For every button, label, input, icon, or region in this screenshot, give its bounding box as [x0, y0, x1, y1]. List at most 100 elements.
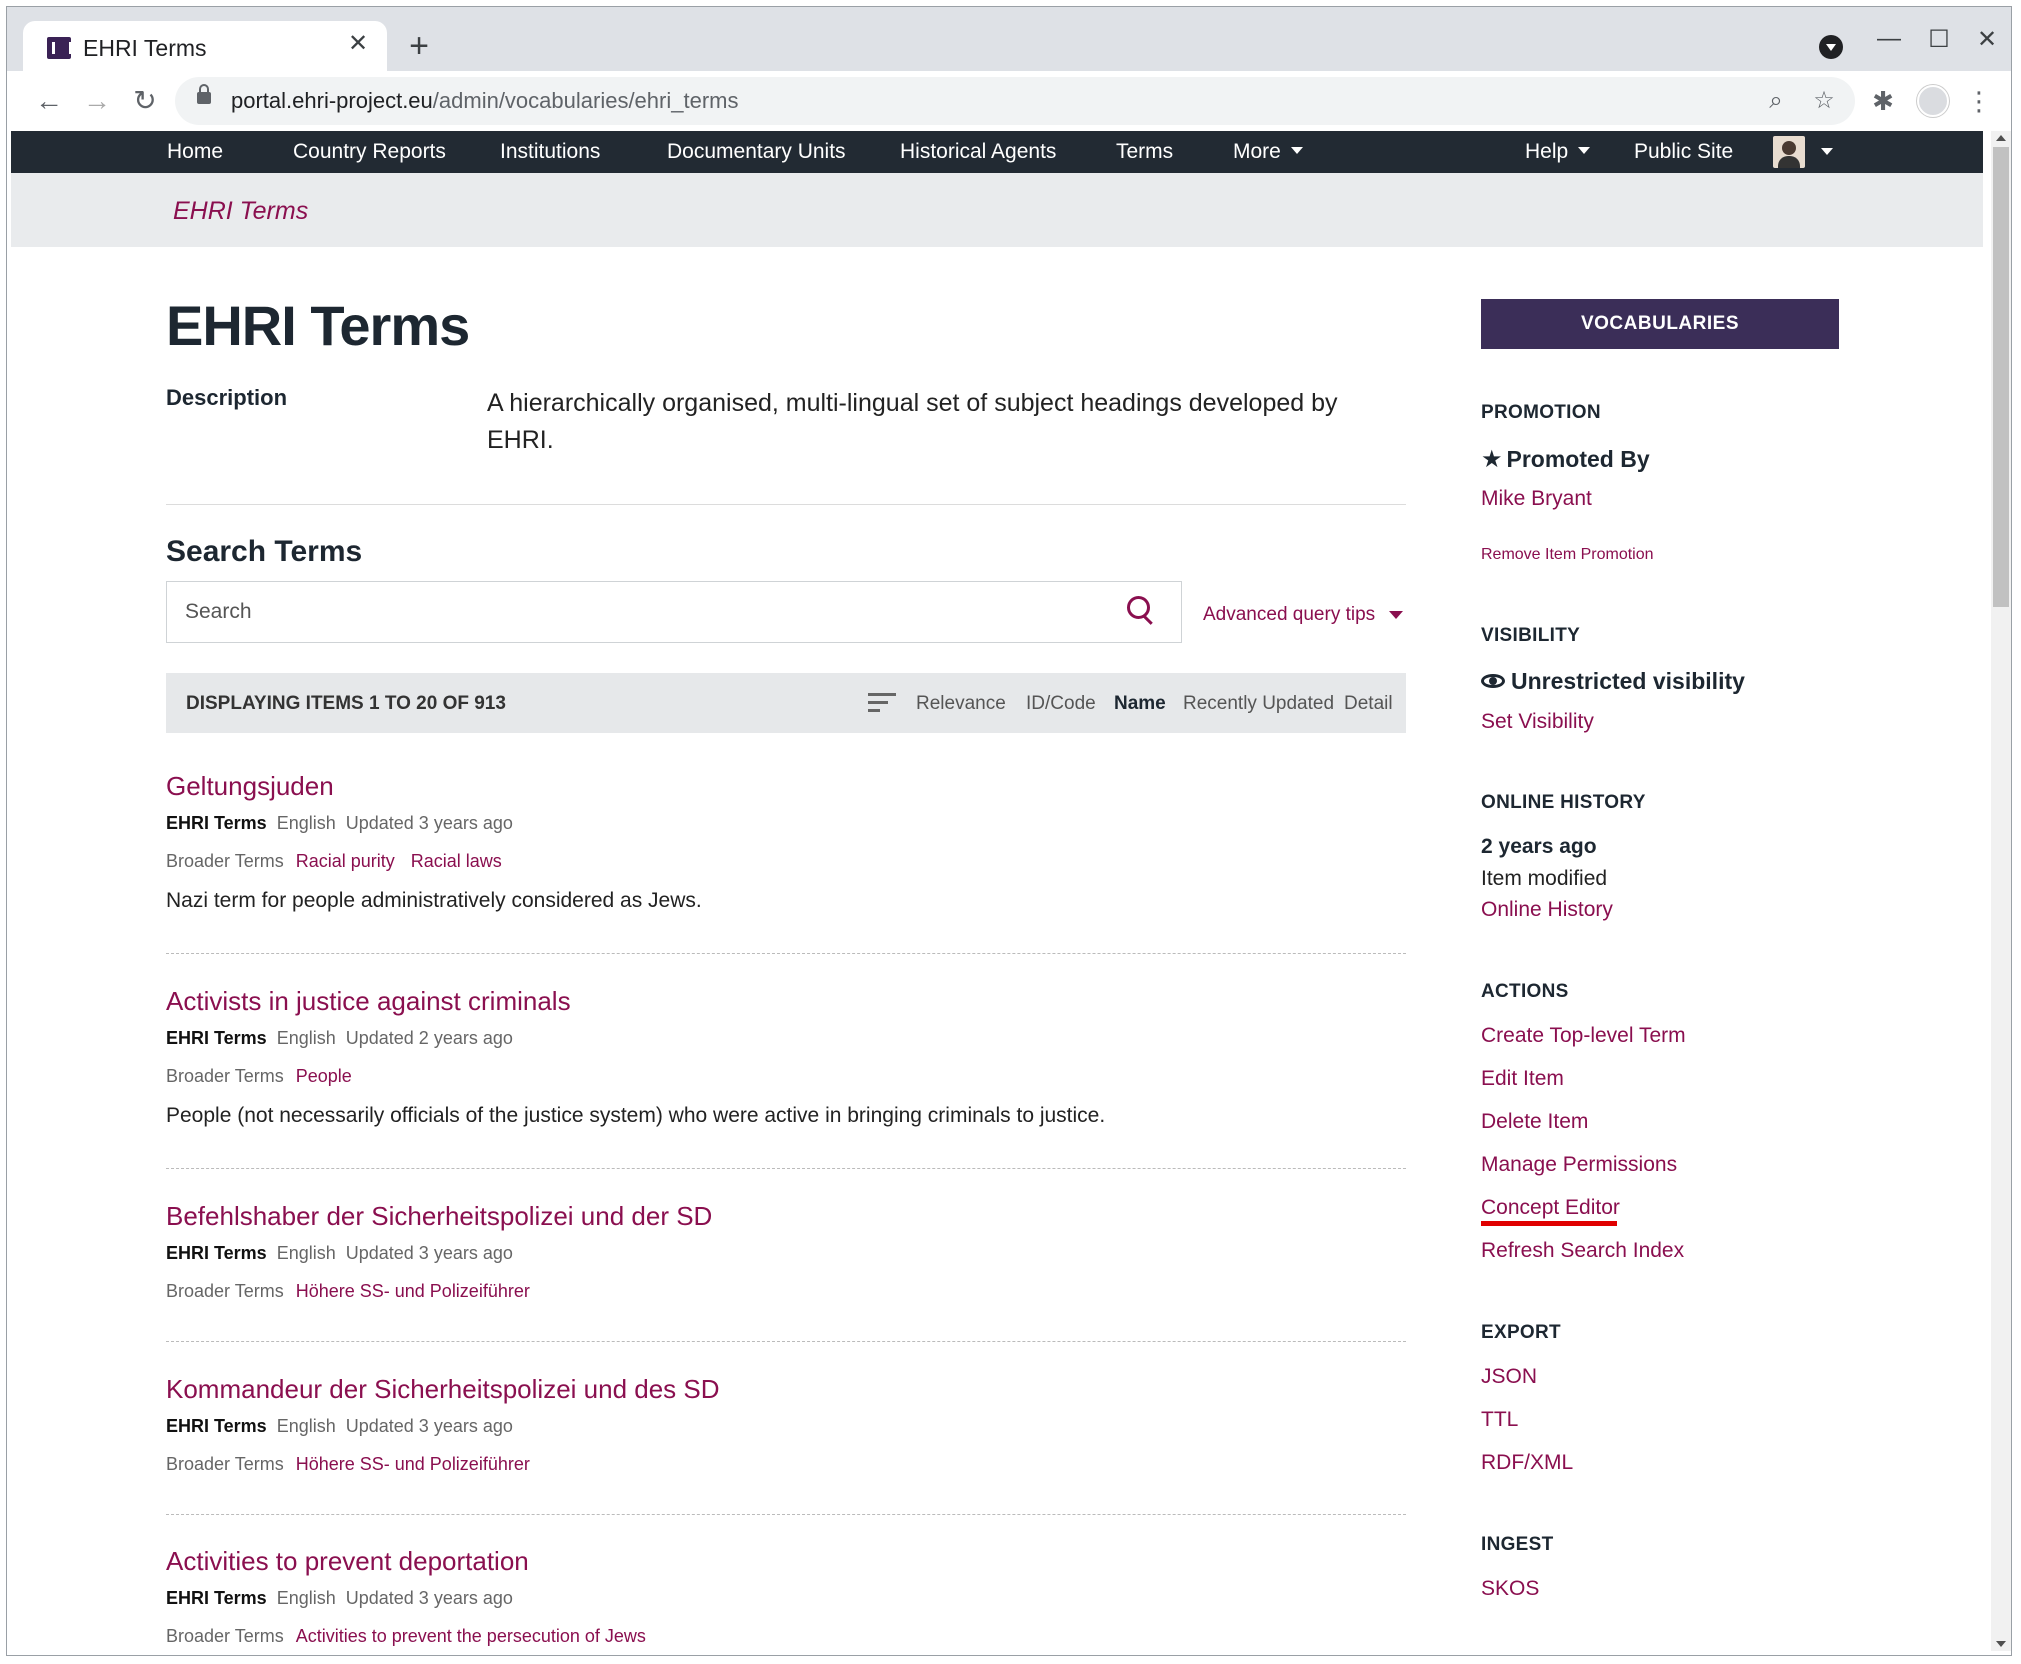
- item-meta: EHRI Terms English Updated 3 years ago: [166, 813, 513, 834]
- scroll-down-icon[interactable]: [1996, 1641, 2006, 1647]
- nav-documentary-units[interactable]: Documentary Units: [667, 140, 846, 164]
- item-separator: [166, 1341, 1406, 1342]
- sort-icon: [868, 693, 896, 713]
- sort-detail[interactable]: Detail: [1344, 693, 1393, 715]
- description-label: Description: [166, 385, 288, 410]
- item-updated: Updated 3 years ago: [345, 1588, 513, 1608]
- chrome-menu-icon[interactable]: ⋮: [1961, 83, 1997, 119]
- search-heading: Search Terms: [166, 535, 363, 568]
- chrome-profile-icon[interactable]: [1917, 85, 1949, 117]
- nav-historical-agents[interactable]: Historical Agents: [900, 140, 1056, 164]
- refresh-index-link[interactable]: Refresh Search Index: [1481, 1239, 1684, 1263]
- item-title[interactable]: Activists in justice against criminals: [166, 986, 571, 1017]
- item-lang: English: [276, 1243, 336, 1263]
- minimize-icon[interactable]: —: [1869, 25, 1909, 53]
- create-term-link[interactable]: Create Top-level Term: [1481, 1024, 1686, 1048]
- item-title[interactable]: Geltungsjuden: [166, 771, 334, 802]
- broader-link[interactable]: People: [296, 1066, 352, 1086]
- broader-link[interactable]: Höhere SS- und Polizeiführer: [296, 1454, 530, 1474]
- ingest-skos-link[interactable]: SKOS: [1481, 1577, 1539, 1601]
- nav-country-reports[interactable]: Country Reports: [293, 140, 446, 164]
- highlight-underline: [1481, 1221, 1617, 1226]
- set-visibility-link[interactable]: Set Visibility: [1481, 710, 1594, 734]
- item-meta: EHRI Terms English Updated 2 years ago: [166, 1028, 513, 1049]
- vocabularies-button[interactable]: VOCABULARIES: [1481, 299, 1839, 349]
- item-meta: EHRI Terms English Updated 3 years ago: [166, 1243, 513, 1264]
- manage-permissions-link[interactable]: Manage Permissions: [1481, 1153, 1677, 1177]
- scroll-up-icon[interactable]: [1996, 135, 2006, 141]
- export-json-link[interactable]: JSON: [1481, 1365, 1537, 1389]
- item-updated: Updated 3 years ago: [345, 1416, 513, 1436]
- chevron-down-icon: [1290, 146, 1303, 154]
- visibility-heading: VISIBILITY: [1481, 625, 1581, 646]
- promoter-link[interactable]: Mike Bryant: [1481, 487, 1592, 511]
- broader-link[interactable]: Racial laws: [411, 851, 502, 871]
- remove-promotion-link[interactable]: Remove Item Promotion: [1481, 546, 1654, 564]
- search-placeholder: Search: [185, 600, 252, 623]
- sort-name[interactable]: Name: [1114, 693, 1166, 715]
- browser-tab[interactable]: EHRI Terms ✕: [23, 21, 387, 71]
- window-close-icon[interactable]: ✕: [1967, 25, 2007, 54]
- item-vocab: EHRI Terms: [166, 1416, 267, 1436]
- export-rdfxml-link[interactable]: RDF/XML: [1481, 1451, 1573, 1475]
- chevron-down-icon: [1578, 146, 1591, 154]
- zoom-icon[interactable]: ⌕: [1761, 86, 1791, 116]
- item-lang: English: [276, 1028, 336, 1048]
- ehri-favicon-icon: [47, 37, 72, 59]
- sort-recently-updated[interactable]: Recently Updated: [1183, 693, 1334, 715]
- online-history-link[interactable]: Online History: [1481, 898, 1613, 922]
- nav-institutions[interactable]: Institutions: [500, 140, 600, 164]
- item-vocab: EHRI Terms: [166, 813, 267, 833]
- user-avatar[interactable]: [1773, 136, 1805, 168]
- item-title[interactable]: Activities to prevent deportation: [166, 1546, 529, 1577]
- back-icon[interactable]: ←: [29, 81, 69, 121]
- delete-item-link[interactable]: Delete Item: [1481, 1110, 1588, 1134]
- broader-link[interactable]: Racial purity: [296, 851, 395, 871]
- extensions-icon[interactable]: ✱: [1865, 83, 1901, 119]
- broader-link[interactable]: Höhere SS- und Polizeiführer: [296, 1281, 530, 1301]
- item-updated: Updated 3 years ago: [345, 1243, 513, 1263]
- bookmark-star-icon[interactable]: ☆: [1809, 86, 1839, 116]
- maximize-icon[interactable]: ☐: [1919, 25, 1959, 54]
- reload-icon[interactable]: ↻: [125, 81, 165, 121]
- item-broader: Broader Terms People: [166, 1066, 368, 1087]
- nav-home[interactable]: Home: [167, 140, 223, 164]
- address-bar[interactable]: portal.ehri-project.eu/admin/vocabularie…: [175, 77, 1855, 125]
- nav-terms[interactable]: Terms: [1116, 140, 1173, 164]
- ingest-heading: INGEST: [1481, 1534, 1554, 1555]
- lock-icon[interactable]: [197, 84, 211, 104]
- broader-label: Broader Terms: [166, 1626, 284, 1646]
- broader-link[interactable]: Activities to prevent the persecution of…: [296, 1626, 646, 1646]
- browser-toolbar: ← → ↻ portal.ehri-project.eu/admin/vocab…: [7, 71, 2011, 131]
- scrollbar-thumb[interactable]: [1993, 147, 2009, 607]
- breadcrumb-band: EHRI Terms: [11, 173, 1983, 247]
- user-menu-chevron-icon[interactable]: [1821, 148, 1833, 155]
- tab-search-icon[interactable]: [1819, 35, 1843, 59]
- nav-public-site[interactable]: Public Site: [1634, 140, 1733, 164]
- sort-relevance[interactable]: Relevance: [916, 693, 1006, 715]
- item-vocab: EHRI Terms: [166, 1028, 267, 1048]
- breadcrumb[interactable]: EHRI Terms: [173, 197, 308, 226]
- new-tab-icon[interactable]: +: [401, 29, 437, 65]
- promoted-by: ★ Promoted By: [1481, 446, 1650, 473]
- search-input[interactable]: Search: [166, 581, 1182, 643]
- results-toolbar: Displaying items 1 to 20 of 913 Relevanc…: [166, 673, 1406, 733]
- broader-label: Broader Terms: [166, 851, 284, 871]
- sort-id-code[interactable]: ID/Code: [1026, 693, 1096, 715]
- forward-icon[interactable]: →: [77, 81, 117, 121]
- concept-editor-link[interactable]: Concept Editor: [1481, 1196, 1620, 1220]
- history-when: 2 years ago: [1481, 835, 1597, 858]
- item-vocab: EHRI Terms: [166, 1243, 267, 1263]
- nav-help[interactable]: Help: [1525, 140, 1591, 164]
- advanced-query-tips[interactable]: Advanced query tips: [1203, 604, 1404, 626]
- export-ttl-link[interactable]: TTL: [1481, 1408, 1518, 1432]
- result-count: Displaying items 1 to 20 of 913: [186, 693, 506, 714]
- item-title[interactable]: Befehlshaber der Sicherheitspolizei und …: [166, 1201, 712, 1232]
- item-title[interactable]: Kommandeur der Sicherheitspolizei und de…: [166, 1374, 720, 1405]
- edit-item-link[interactable]: Edit Item: [1481, 1067, 1564, 1091]
- nav-more[interactable]: More: [1233, 140, 1303, 164]
- eye-icon: [1481, 673, 1505, 688]
- search-icon[interactable]: [1127, 596, 1157, 626]
- tab-close-icon[interactable]: ✕: [343, 29, 373, 59]
- history-what: Item modified: [1481, 867, 1608, 890]
